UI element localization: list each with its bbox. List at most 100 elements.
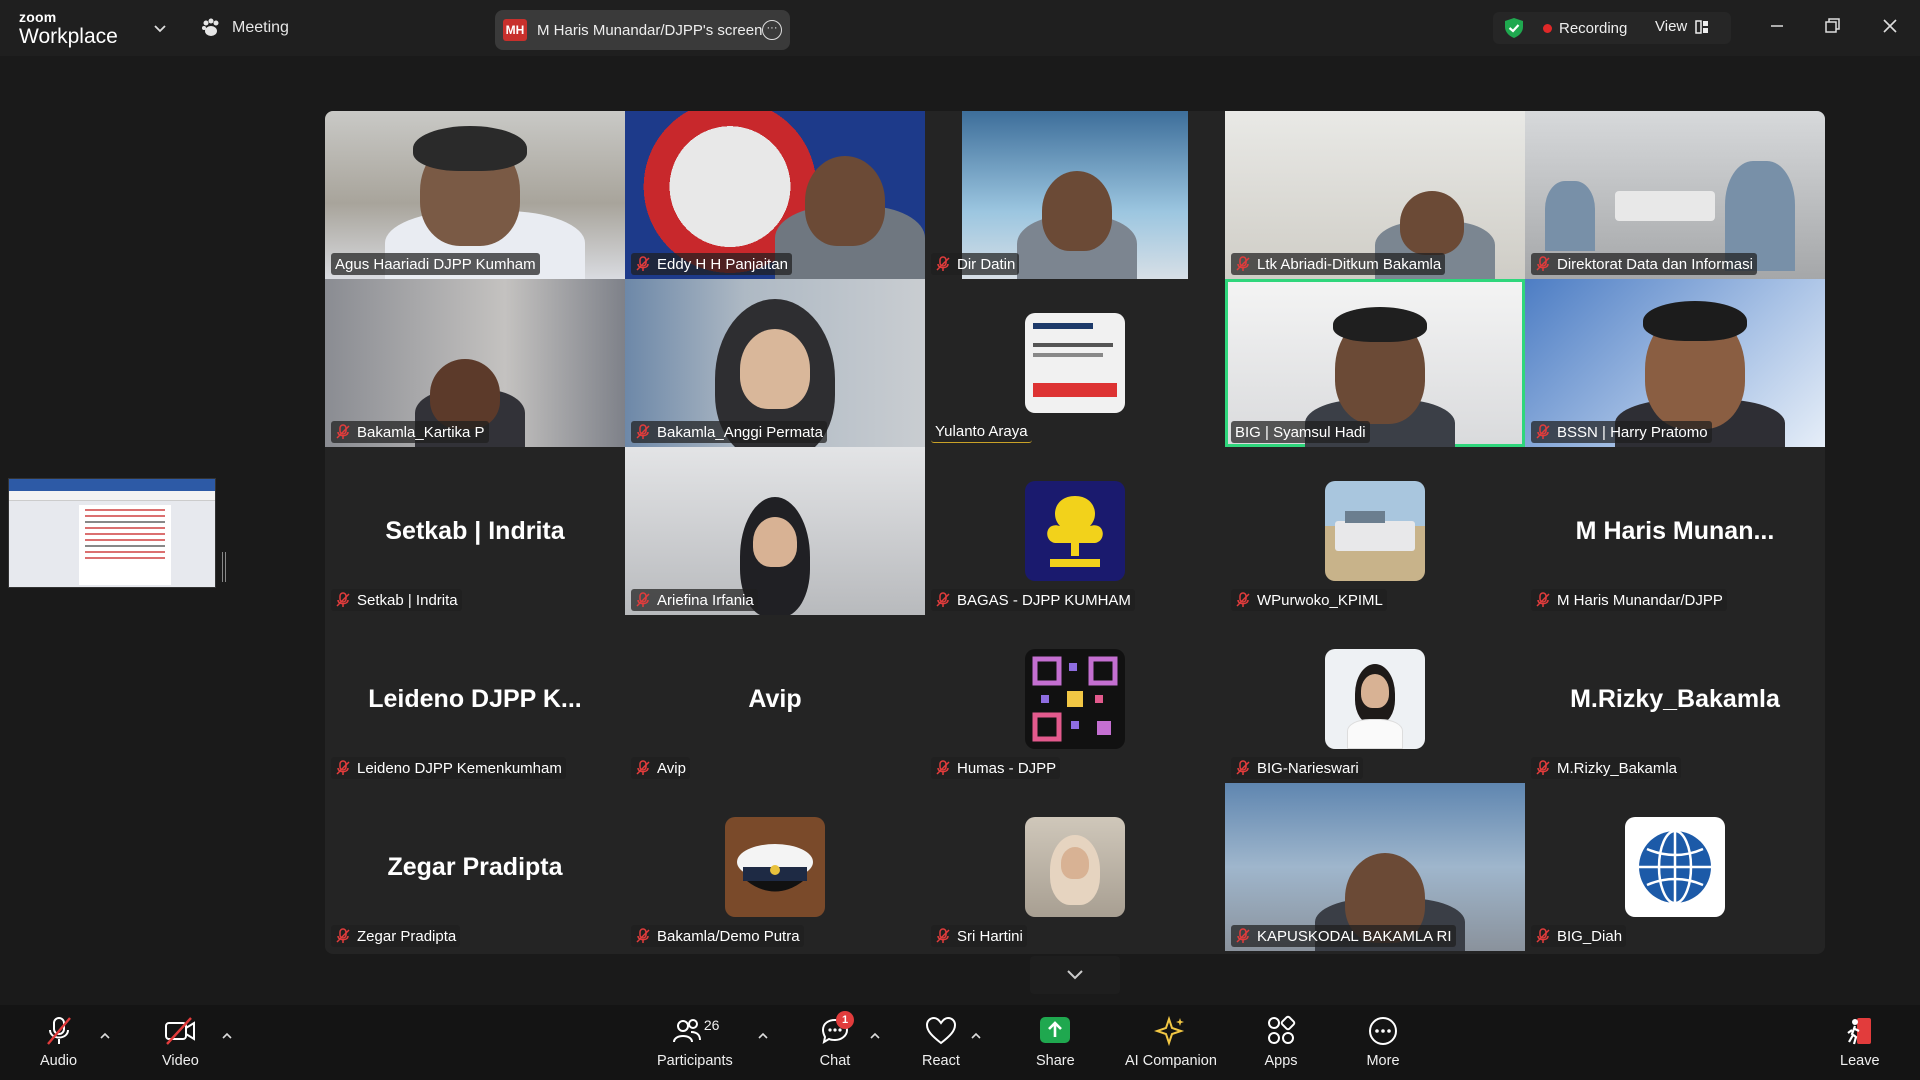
meeting-info-button[interactable]: Meeting [200,16,289,40]
globe-logo-icon [1639,829,1711,905]
participant-tile[interactable]: Bakamla_Kartika P [325,279,625,447]
chat-button[interactable]: 1 Chat [818,1011,854,1077]
participants-button[interactable]: 26 Participants [657,1015,733,1077]
shield-check-icon[interactable] [1503,17,1525,39]
chat-unread-badge: 1 [836,1011,854,1029]
participant-name-label: M.Rizky_Bakamla [1531,757,1682,779]
chevron-up-icon[interactable] [969,1029,983,1043]
grid-view-icon [1695,19,1709,34]
paw-icon [202,18,219,36]
audio-button[interactable]: Audio [40,1015,77,1077]
participant-name-label: Eddy H H Panjaitan [631,253,792,275]
muted-mic-icon [636,760,650,775]
participant-name-label: Leideno DJPP Kemenkumham [331,757,566,779]
participants-icon [672,1019,701,1043]
leave-label: Leave [1840,1053,1880,1069]
muted-mic-icon [1536,928,1550,943]
participant-name-label: Bakamla_Anggi Permata [631,421,827,443]
more-icon [1369,1017,1397,1045]
participant-tile[interactable]: Bakamla_Anggi Permata [625,279,925,447]
participant-tile[interactable]: Bakamla/Demo Putra [625,783,925,951]
participant-name-label: BIG_Diah [1531,925,1627,947]
participant-tile[interactable]: BIG-Narieswari [1225,615,1525,783]
muted-mic-icon [1536,424,1550,439]
chevron-up-icon[interactable] [98,1029,112,1043]
video-off-icon [165,1017,196,1045]
participant-tile[interactable]: Direktorat Data dan Informasi [1525,111,1825,279]
participant-tile-active-speaker[interactable]: BIG | Syamsul Hadi [1225,279,1525,447]
video-button[interactable]: Video [162,1015,199,1077]
muted-mic-icon [1536,760,1550,775]
qr-code-icon [1032,656,1118,742]
participant-tile[interactable]: Leideno DJPP K... Leideno DJPP Kemenkumh… [325,615,625,783]
participant-tile[interactable]: Agus Haariadi DJPP Kumham [325,111,625,279]
more-button[interactable]: More [1366,1015,1400,1077]
sharer-badge: MH [503,19,527,41]
thumbnail-toolbar [9,491,215,501]
participant-name-label: Sri Hartini [931,925,1027,947]
participant-name-label: BAGAS - DJPP KUMHAM [931,589,1135,611]
recording-label[interactable]: Recording [1559,20,1627,37]
participant-tile[interactable]: BSSN | Harry Pratomo [1525,279,1825,447]
profile-picture [1025,817,1125,917]
scroll-down-button[interactable] [1030,956,1120,994]
leave-button[interactable]: Leave [1840,1015,1880,1077]
apps-button[interactable]: Apps [1264,1015,1298,1077]
participant-name-label: KAPUSKODAL BAKAMLA RI [1231,925,1456,947]
participant-name-label: M Haris Munandar/DJPP [1531,589,1727,611]
share-label: Share [1036,1053,1075,1069]
participant-tile[interactable]: Yulanto Araya [925,279,1225,447]
chat-label: Chat [819,1053,851,1069]
chevron-up-icon[interactable] [756,1029,770,1043]
participant-tile[interactable]: Avip Avip [625,615,925,783]
muted-mic-icon [936,760,950,775]
participant-tile[interactable]: Setkab | Indrita Setkab | Indrita [325,447,625,615]
participant-tile[interactable]: Humas - DJPP [925,615,1225,783]
chevron-down-icon[interactable] [152,20,168,36]
screen-share-indicator[interactable]: MH M Haris Munandar/DJPP's screen ··· [495,10,790,50]
muted-mic-icon [336,424,350,439]
chevron-up-icon[interactable] [220,1029,234,1043]
pengayoman-emblem-icon [1047,496,1103,567]
participant-tile[interactable]: Dir Datin [925,111,1225,279]
close-icon[interactable] [1878,14,1902,38]
participant-tile[interactable]: WPurwoko_KPIML [1225,447,1525,615]
recording-dot-icon [1543,24,1552,33]
audio-label: Audio [40,1053,78,1069]
participant-name-label: Setkab | Indrita [331,589,462,611]
participant-tile[interactable]: Zegar Pradipta Zegar Pradipta [325,783,625,951]
profile-picture [1625,817,1725,917]
participants-icon-wrap: 26 [672,1015,719,1047]
thumbnail-resize-handle[interactable] [222,552,226,582]
participant-name-label: WPurwoko_KPIML [1231,589,1387,611]
participant-tile[interactable]: Ariefina Irfania [625,447,925,615]
muted-mic-icon [1236,592,1250,607]
chevron-up-icon[interactable] [868,1029,882,1043]
react-label: React [922,1053,960,1069]
shared-screen-thumbnail[interactable] [8,478,216,588]
share-button[interactable]: Share [1036,1015,1075,1077]
participant-tile[interactable]: M Haris Munan... M Haris Munandar/DJPP [1525,447,1825,615]
muted-mic-icon [636,256,650,271]
participant-name-label: Agus Haariadi DJPP Kumham [331,253,540,275]
restore-icon[interactable] [1820,14,1844,38]
participant-tile[interactable]: Ltk Abriadi-Ditkum Bakamla [1225,111,1525,279]
participant-tile[interactable]: Sri Hartini [925,783,1225,951]
more-options-icon[interactable]: ··· [762,20,782,40]
participant-tile[interactable]: Eddy H H Panjaitan [625,111,925,279]
muted-mic-icon [336,592,350,607]
view-label: View [1655,18,1688,35]
zoom-logo: zoom Workplace [19,10,118,47]
participant-tile[interactable]: BIG_Diah [1525,783,1825,951]
participant-tile[interactable]: KAPUSKODAL BAKAMLA RI [1225,783,1525,951]
participant-name-label: Ariefina Irfania [631,589,758,611]
thumbnail-ribbon [9,479,215,491]
participant-tile[interactable]: M.Rizky_Bakamla M.Rizky_Bakamla [1525,615,1825,783]
minimize-icon[interactable] [1765,14,1789,38]
view-button[interactable]: View [1655,18,1709,35]
muted-mic-icon [1536,256,1550,271]
participant-tile[interactable]: BAGAS - DJPP KUMHAM [925,447,1225,615]
more-label: More [1366,1053,1400,1069]
react-button[interactable]: React [922,1015,960,1077]
ai-companion-button[interactable]: AI Companion [1125,1015,1217,1077]
